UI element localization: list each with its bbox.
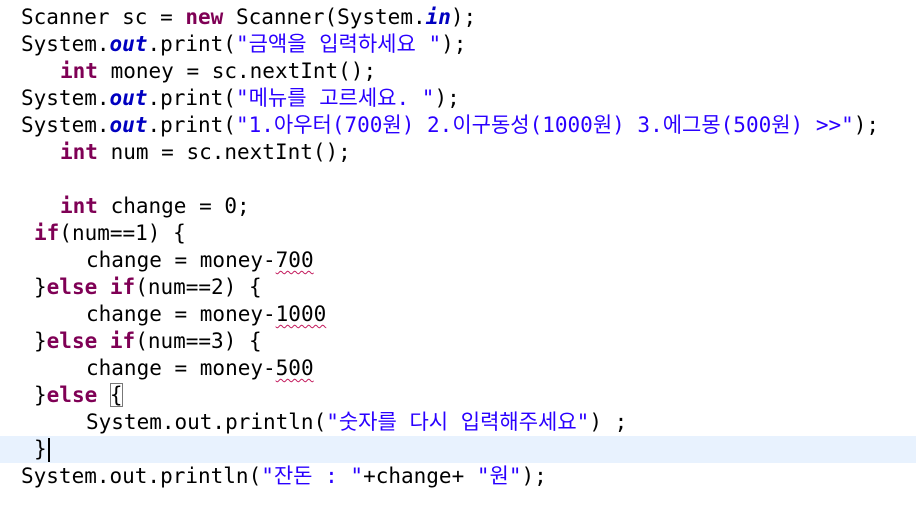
code-line[interactable]: int num = sc.nextInt(); [0, 139, 916, 166]
code-token: System. [21, 113, 110, 137]
warning-marker[interactable]: 1000 [276, 302, 327, 326]
code-token: System.out.println( [21, 464, 262, 488]
code-token: System. [21, 32, 110, 56]
keyword-token: new [185, 5, 224, 29]
string-literal: "숫자를 다시 입력해주세요" [326, 410, 590, 434]
keyword-token: int [60, 194, 98, 218]
code-token: ) ; [589, 410, 628, 434]
code-text: int money = sc.nextInt(); [60, 58, 376, 85]
keyword-token: else [46, 275, 98, 299]
static-field-token: out [109, 113, 148, 137]
code-line[interactable]: System.out.print("메뉴를 고르세요. "); [0, 85, 916, 112]
code-token: ); [521, 464, 547, 488]
static-field-token: in [425, 5, 451, 29]
code-line[interactable]: if(num==1) { [0, 220, 916, 247]
code-token: ); [450, 5, 477, 29]
code-line[interactable]: int money = sc.nextInt(); [0, 58, 916, 85]
code-token: System. [21, 86, 110, 110]
code-token: Scanner sc = [21, 5, 186, 29]
code-token: (num==1) { [59, 221, 186, 245]
code-text: }else if(num==3) { [34, 328, 262, 355]
code-line[interactable]: change = money-700 [0, 247, 916, 274]
code-text: int change = 0; [60, 193, 250, 220]
code-text: System.out.println("잔돈 : "+change+ "원"); [21, 463, 547, 490]
code-token: ); [853, 113, 880, 137]
code-token: System.out.println( [86, 410, 327, 434]
code-token: change = 0; [97, 194, 250, 218]
keyword-token: if [109, 329, 136, 353]
string-literal: "원" [476, 464, 522, 488]
keyword-token: else [46, 329, 98, 353]
code-token: } [34, 383, 47, 407]
code-text: change = money-500 [86, 355, 314, 382]
code-line[interactable]: }else if(num==3) { [0, 328, 916, 355]
code-text: if(num==1) { [34, 220, 186, 247]
warning-marker[interactable]: 500 [276, 356, 314, 380]
code-token: change = money- [86, 302, 276, 326]
code-text: change = money-1000 [86, 301, 326, 328]
code-token: .print( [147, 32, 236, 56]
code-token: money = sc.nextInt(); [97, 59, 377, 83]
string-literal: "금액을 입력하세요 " [235, 32, 442, 56]
code-text: System.out.print("메뉴를 고르세요. "); [21, 85, 460, 112]
code-editor[interactable]: Scanner sc = new Scanner(System.in); Sys… [0, 0, 916, 505]
keyword-token: else [46, 383, 98, 407]
closing-brace-token: } [34, 437, 47, 461]
current-line-highlight[interactable]: } [0, 436, 916, 463]
warning-marker[interactable]: 700 [276, 248, 314, 272]
code-text: System.out.println("숫자를 다시 입력해주세요") ; [86, 409, 627, 436]
code-line[interactable]: System.out.println("잔돈 : "+change+ "원"); [0, 463, 916, 490]
string-literal: "1.아우터(700원) 2.이구동성(1000원) 3.에그몽(500원) >… [235, 113, 854, 137]
code-token: (num==2) { [135, 275, 262, 299]
keyword-token: if [109, 275, 136, 299]
code-token: Scanner(System. [223, 5, 426, 29]
code-text: System.out.print("1.아우터(700원) 2.이구동성(100… [21, 112, 879, 139]
code-line[interactable]: System.out.println("숫자를 다시 입력해주세요") ; [0, 409, 916, 436]
code-line[interactable]: int change = 0; [0, 193, 916, 220]
keyword-token: if [34, 221, 60, 245]
code-line[interactable]: }else { [0, 382, 916, 409]
string-literal: "메뉴를 고르세요. " [235, 86, 435, 110]
matching-bracket-highlight: { [109, 383, 123, 407]
code-text: }else if(num==2) { [34, 274, 262, 301]
code-line[interactable]: change = money-500 [0, 355, 916, 382]
code-token: ); [441, 32, 467, 56]
code-line[interactable]: System.out.print("1.아우터(700원) 2.이구동성(100… [0, 112, 916, 139]
code-token: change = money- [86, 248, 276, 272]
text-cursor [47, 438, 50, 462]
code-line[interactable]: System.out.print("금액을 입력하세요 "); [0, 31, 916, 58]
code-text: change = money-700 [86, 247, 314, 274]
static-field-token: out [109, 86, 148, 110]
code-line[interactable]: }else if(num==2) { [0, 274, 916, 301]
code-token: num = sc.nextInt(); [97, 140, 351, 164]
code-line-empty[interactable] [0, 166, 916, 193]
code-text: System.out.print("금액을 입력하세요 "); [21, 31, 466, 58]
code-text: int num = sc.nextInt(); [60, 139, 351, 166]
code-token: } [34, 329, 47, 353]
code-token: } [34, 275, 47, 299]
code-text: }else { [34, 382, 123, 409]
keyword-token: int [60, 140, 98, 164]
code-text: Scanner sc = new Scanner(System.in); [21, 4, 476, 31]
code-text: } [34, 436, 50, 463]
code-token: change = money- [86, 356, 276, 380]
code-line[interactable]: change = money-1000 [0, 301, 916, 328]
keyword-token: int [60, 59, 98, 83]
code-token: +change+ [363, 464, 477, 488]
string-literal: "잔돈 : " [261, 464, 364, 488]
code-token: .print( [147, 86, 236, 110]
code-token: .print( [147, 113, 236, 137]
code-token: ); [434, 86, 460, 110]
code-token: (num==3) { [135, 329, 262, 353]
code-line[interactable]: Scanner sc = new Scanner(System.in); [0, 4, 916, 31]
static-field-token: out [109, 32, 148, 56]
